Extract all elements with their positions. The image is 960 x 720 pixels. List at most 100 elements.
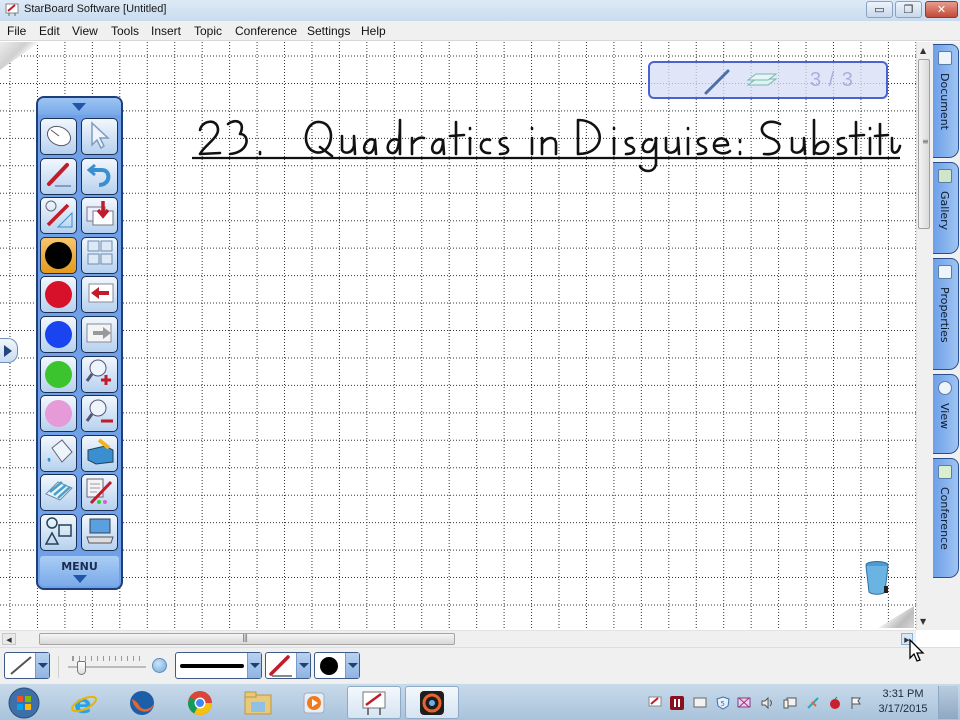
vertical-scroll-thumb[interactable]: ≡ bbox=[918, 59, 930, 229]
horizontal-scrollbar[interactable]: ◀ ||| ▶ bbox=[0, 630, 916, 647]
network-disabled-icon[interactable] bbox=[737, 696, 751, 710]
tab-label: Properties bbox=[938, 287, 951, 343]
taskbar-internet-explorer[interactable]: e bbox=[62, 686, 106, 719]
scroll-left-icon[interactable]: ◀ bbox=[2, 633, 16, 645]
tab-conference[interactable]: Conference bbox=[933, 458, 959, 578]
menu-tools[interactable]: Tools bbox=[111, 24, 139, 38]
tool-mouse-mode-button[interactable] bbox=[40, 118, 77, 155]
close-button[interactable]: ✕ bbox=[925, 1, 958, 18]
taskbar-starboard[interactable] bbox=[347, 686, 401, 719]
system-clock[interactable]: 3:31 PM 3/17/2015 bbox=[870, 687, 936, 717]
tool-fill-button[interactable] bbox=[40, 434, 77, 472]
tool-select-button[interactable] bbox=[81, 118, 118, 155]
menu-bar: File Edit View Tools Insert Topic Confer… bbox=[0, 21, 960, 41]
menu-help[interactable]: Help bbox=[361, 24, 386, 38]
tab-document[interactable]: Document bbox=[933, 44, 959, 158]
dropdown-arrow-icon[interactable] bbox=[345, 653, 359, 678]
dropdown-arrow-icon[interactable] bbox=[296, 653, 310, 678]
side-tab-strip: Document Gallery Properties View Confere… bbox=[931, 42, 960, 630]
scroll-up-icon[interactable]: ▲ bbox=[920, 46, 926, 55]
expand-panel-toggle[interactable] bbox=[0, 338, 18, 363]
tool-shapes-button[interactable] bbox=[40, 514, 77, 551]
whiteboard-canvas[interactable]: 23. Quadratics in Disguise: Substitution bbox=[0, 42, 916, 630]
taskbar-chrome[interactable] bbox=[178, 686, 222, 719]
starboard-tray-icon[interactable] bbox=[648, 696, 662, 710]
toolbar-menu-button[interactable]: MENU bbox=[40, 556, 119, 586]
slider-handle[interactable] bbox=[76, 661, 86, 675]
menu-topic[interactable]: Topic bbox=[194, 24, 222, 38]
zoom-in-icon bbox=[85, 357, 115, 391]
tool-toolbox-button[interactable] bbox=[81, 434, 118, 472]
arrow-cursor-icon bbox=[88, 120, 112, 153]
menu-insert[interactable]: Insert bbox=[151, 24, 181, 38]
display-icon[interactable] bbox=[693, 696, 707, 710]
shield-icon[interactable]: 5 bbox=[716, 696, 730, 710]
tab-properties[interactable]: Properties bbox=[933, 258, 959, 370]
dropdown-arrow-icon[interactable] bbox=[35, 653, 49, 678]
taskbar-media-player[interactable] bbox=[292, 686, 336, 719]
trash-icon[interactable] bbox=[864, 560, 890, 596]
tool-undo-button[interactable] bbox=[81, 157, 118, 195]
action-center-flag-icon[interactable] bbox=[849, 696, 863, 710]
color-selector[interactable] bbox=[314, 652, 360, 679]
tool-color-red-button[interactable] bbox=[40, 276, 77, 314]
windows-start-icon bbox=[8, 687, 40, 718]
start-button[interactable] bbox=[2, 686, 46, 719]
line-width-slider[interactable] bbox=[68, 654, 146, 676]
line-type-selector[interactable] bbox=[4, 652, 50, 679]
network-icon[interactable] bbox=[783, 696, 797, 710]
tool-page-layout-button[interactable] bbox=[81, 236, 118, 274]
tool-capture-button[interactable] bbox=[81, 197, 118, 235]
tool-color-pink-button[interactable] bbox=[40, 395, 77, 433]
grip-icon: ||| bbox=[242, 633, 248, 642]
tool-previous-page-button[interactable] bbox=[81, 276, 118, 314]
tool-next-page-button[interactable] bbox=[81, 316, 118, 353]
media-player-icon bbox=[303, 692, 325, 713]
volume-icon[interactable] bbox=[760, 696, 774, 710]
dropdown-arrow-icon[interactable] bbox=[247, 653, 261, 678]
taskbar-other-app[interactable] bbox=[405, 686, 459, 719]
menu-settings[interactable]: Settings bbox=[307, 24, 350, 38]
pen-tray-icon[interactable] bbox=[806, 696, 820, 710]
close-icon: ✕ bbox=[936, 3, 947, 16]
paint-bucket-icon bbox=[44, 436, 74, 470]
tool-pen-button[interactable] bbox=[40, 157, 77, 195]
restore-button[interactable]: ❐ bbox=[895, 1, 922, 18]
tab-label: Gallery bbox=[938, 191, 951, 231]
tool-zoom-out-button[interactable] bbox=[81, 395, 118, 433]
tool-color-black-button[interactable] bbox=[40, 236, 77, 274]
conference-icon bbox=[938, 465, 952, 479]
tab-label: Document bbox=[938, 73, 951, 130]
line-style-selector[interactable] bbox=[175, 652, 262, 679]
tool-screen-keyboard-button[interactable] bbox=[81, 514, 118, 551]
tab-view[interactable]: View bbox=[933, 374, 959, 454]
menu-edit[interactable]: Edit bbox=[39, 24, 60, 38]
layers-icon bbox=[746, 73, 778, 86]
scroll-down-icon[interactable]: ▼ bbox=[920, 617, 926, 626]
tool-zoom-in-button[interactable] bbox=[81, 355, 118, 393]
horizontal-scroll-thumb[interactable]: ||| bbox=[39, 633, 455, 645]
tool-tool-settings-button[interactable] bbox=[81, 474, 118, 512]
shapes-icon bbox=[44, 516, 74, 550]
menu-file[interactable]: File bbox=[7, 24, 26, 38]
vertical-scrollbar[interactable]: ▲ ≡ ▼ bbox=[916, 42, 931, 630]
tool-color-blue-button[interactable] bbox=[40, 316, 77, 353]
taskbar-file-explorer[interactable] bbox=[236, 686, 280, 719]
properties-icon bbox=[938, 265, 952, 279]
apple-tray-icon[interactable] bbox=[828, 696, 842, 710]
tab-gallery[interactable]: Gallery bbox=[933, 162, 959, 254]
pause-icon[interactable] bbox=[670, 696, 684, 710]
menu-label: MENU bbox=[61, 560, 98, 573]
menu-view[interactable]: View bbox=[72, 24, 98, 38]
tool-color-green-button[interactable] bbox=[40, 355, 77, 393]
tool-shape-recognition-pen-button[interactable] bbox=[40, 197, 77, 235]
shape-pen-icon bbox=[44, 199, 74, 233]
toolbar-collapse-handle[interactable] bbox=[38, 98, 121, 115]
page-indicator[interactable]: 3 / 3 bbox=[648, 61, 888, 99]
taskbar-firefox[interactable] bbox=[120, 686, 164, 719]
show-desktop-button[interactable] bbox=[938, 686, 958, 719]
menu-conference[interactable]: Conference bbox=[235, 24, 297, 38]
minimize-button[interactable]: ▭ bbox=[866, 1, 893, 18]
pen-type-selector[interactable] bbox=[265, 652, 311, 679]
tool-eraser-button[interactable] bbox=[40, 474, 77, 512]
